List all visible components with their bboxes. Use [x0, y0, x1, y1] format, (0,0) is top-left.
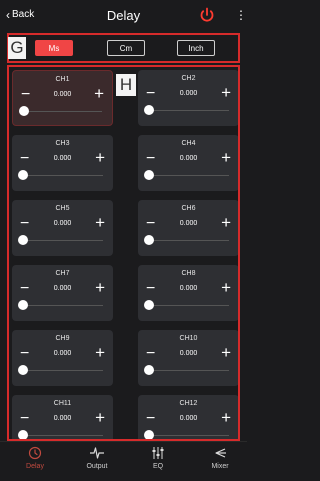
- channel-grid: CH1 − 0.000 + CH2 − 0.000 + CH3 − 0.000 …: [7, 65, 240, 441]
- channel-card-ch3[interactable]: CH3 − 0.000 +: [12, 135, 113, 191]
- unit-cm-button[interactable]: Cm: [107, 40, 145, 56]
- unit-selector: Ms Cm Inch: [7, 33, 240, 63]
- power-icon[interactable]: [198, 6, 216, 24]
- channel-label: CH5: [55, 205, 70, 212]
- slider-knob[interactable]: [144, 105, 154, 115]
- increase-button[interactable]: +: [95, 344, 105, 361]
- slider-knob[interactable]: [144, 365, 154, 375]
- increase-button[interactable]: +: [221, 344, 231, 361]
- increase-button[interactable]: +: [95, 279, 105, 296]
- channel-card-ch6[interactable]: CH6 − 0.000 +: [138, 200, 238, 256]
- channel-label: CH10: [179, 335, 198, 342]
- slider-track[interactable]: [22, 305, 103, 306]
- slider-track[interactable]: [22, 240, 103, 241]
- channel-label: CH3: [55, 140, 70, 147]
- slider-knob[interactable]: [18, 235, 28, 245]
- channel-card-ch12[interactable]: CH12 − 0.000 +: [138, 395, 238, 439]
- slider-track[interactable]: [148, 240, 229, 241]
- channel-label: CH8: [181, 270, 196, 277]
- tab-label: Mixer: [211, 463, 229, 470]
- increase-button[interactable]: +: [221, 84, 231, 101]
- tab-label: Output: [86, 463, 108, 470]
- channel-card-ch1[interactable]: CH1 − 0.000 +: [12, 70, 113, 126]
- increase-button[interactable]: +: [95, 214, 105, 231]
- slider-knob[interactable]: [18, 300, 28, 310]
- channel-card-ch11[interactable]: CH11 − 0.000 +: [12, 395, 113, 439]
- increase-button[interactable]: +: [221, 409, 231, 426]
- tab-delay[interactable]: Delay: [10, 446, 60, 470]
- tab-label: EQ: [152, 463, 164, 470]
- channel-label: CH12: [179, 400, 198, 407]
- channel-card-ch7[interactable]: CH7 − 0.000 +: [12, 265, 113, 321]
- channel-card-ch2[interactable]: CH2 − 0.000 +: [138, 70, 238, 126]
- increase-button[interactable]: +: [221, 214, 231, 231]
- channel-card-ch9[interactable]: CH9 − 0.000 +: [12, 330, 113, 386]
- more-vertical-icon[interactable]: ⋮: [235, 9, 247, 21]
- slider-track[interactable]: [148, 110, 229, 111]
- slider-track[interactable]: [22, 370, 103, 371]
- unit-inch-button[interactable]: Inch: [177, 40, 215, 56]
- annotation-label-h: H: [116, 74, 136, 96]
- channel-label: CH6: [181, 205, 196, 212]
- slider-knob[interactable]: [144, 235, 154, 245]
- tab-label: Delay: [26, 463, 44, 470]
- increase-button[interactable]: +: [95, 149, 105, 166]
- slider-knob[interactable]: [18, 170, 28, 180]
- slider-track[interactable]: [23, 111, 102, 112]
- slider-knob[interactable]: [18, 430, 28, 439]
- waveform-icon: [90, 447, 104, 459]
- annotation-label-g: G: [8, 37, 26, 59]
- increase-button[interactable]: +: [221, 149, 231, 166]
- slider-knob[interactable]: [19, 106, 29, 116]
- slider-track[interactable]: [22, 435, 103, 436]
- channel-label: CH7: [55, 270, 70, 277]
- slider-track[interactable]: [148, 305, 229, 306]
- equalizer-icon: [152, 447, 164, 459]
- channel-label: CH1: [55, 76, 70, 83]
- mixer-icon: [215, 448, 226, 458]
- channel-label: CH9: [55, 335, 70, 342]
- tab-eq[interactable]: EQ: [133, 446, 183, 470]
- unit-ms-button[interactable]: Ms: [35, 40, 73, 56]
- clock-icon: [28, 446, 42, 460]
- increase-button[interactable]: +: [221, 279, 231, 296]
- slider-knob[interactable]: [144, 430, 154, 439]
- channel-label: CH2: [181, 75, 196, 82]
- channel-card-ch8[interactable]: CH8 − 0.000 +: [138, 265, 238, 321]
- slider-track[interactable]: [148, 175, 229, 176]
- tab-output[interactable]: Output: [72, 446, 122, 470]
- bottom-tab-bar: Delay Output EQ Mixer: [0, 441, 247, 481]
- slider-knob[interactable]: [144, 170, 154, 180]
- tab-mixer[interactable]: Mixer: [195, 446, 245, 470]
- channel-card-ch4[interactable]: CH4 − 0.000 +: [138, 135, 238, 191]
- slider-track[interactable]: [148, 435, 229, 436]
- increase-button[interactable]: +: [95, 409, 105, 426]
- slider-track[interactable]: [148, 370, 229, 371]
- channel-label: CH4: [181, 140, 196, 147]
- increase-button[interactable]: +: [94, 85, 104, 102]
- top-bar: ‹ Back Delay ⋮: [0, 0, 247, 32]
- channel-card-ch5[interactable]: CH5 − 0.000 +: [12, 200, 113, 256]
- slider-knob[interactable]: [18, 365, 28, 375]
- slider-knob[interactable]: [144, 300, 154, 310]
- slider-track[interactable]: [22, 175, 103, 176]
- channel-card-ch10[interactable]: CH10 − 0.000 +: [138, 330, 238, 386]
- channel-label: CH11: [53, 400, 72, 407]
